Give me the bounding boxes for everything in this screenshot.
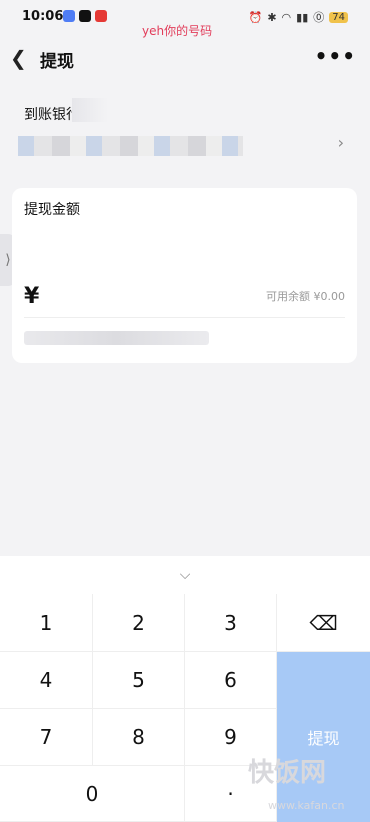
key-8[interactable]: 8 xyxy=(93,709,185,766)
key-1[interactable]: 1 xyxy=(0,594,93,652)
app-notification-icon xyxy=(63,10,75,22)
status-system-icons: ⏰ ✱ ◠ ▮▮ ⓪ 74 xyxy=(249,9,348,25)
key-0[interactable]: 0 xyxy=(0,766,185,822)
amount-label: 提现金额 xyxy=(24,202,80,218)
key-4[interactable]: 4 xyxy=(0,652,93,709)
wifi-icon: ◠ xyxy=(281,10,292,24)
alarm-icon: ⏰ xyxy=(248,10,263,24)
watermark-top: yeh你的号码 xyxy=(142,24,213,38)
nav-bar: ❮ 提现 ••• xyxy=(0,38,370,78)
watermark-bottom-url: www.kafan.cn xyxy=(268,799,345,812)
limit-info-redacted xyxy=(24,331,209,345)
status-time: 10:06 xyxy=(22,9,64,24)
chevron-right-icon: › xyxy=(337,133,344,152)
amount-divider xyxy=(24,317,345,318)
watermark-bottom-text: 快饭网 xyxy=(248,758,327,788)
bank-name-redacted xyxy=(72,98,108,122)
app-notification-icon xyxy=(79,10,91,22)
key-5[interactable]: 5 xyxy=(93,652,185,709)
withdraw-button[interactable]: 提现 xyxy=(277,652,370,822)
key-2[interactable]: 2 xyxy=(93,594,185,652)
backspace-icon: ⌫ xyxy=(309,610,338,635)
status-app-icons xyxy=(63,10,107,22)
chevron-down-icon[interactable]: ⌵ xyxy=(0,556,370,594)
app-notification-icon xyxy=(95,10,107,22)
key-3[interactable]: 3 xyxy=(185,594,277,652)
currency-symbol: ¥ xyxy=(24,284,40,309)
more-options-icon[interactable]: ••• xyxy=(315,44,356,68)
bluetooth-icon: ✱ xyxy=(267,10,277,24)
available-balance: 可用余额 ¥0.00 xyxy=(266,290,345,303)
sim-icon: ⓪ xyxy=(313,11,325,24)
back-arrow-icon[interactable]: ❮ xyxy=(10,46,27,70)
page-title: 提现 xyxy=(40,52,74,72)
bank-account-redacted xyxy=(18,136,243,156)
bank-card-selector[interactable]: 到账银行卡 › xyxy=(0,90,370,170)
amount-card: 提现金额 ¥ 可用余额 ¥0.00 xyxy=(12,188,357,363)
key-6[interactable]: 6 xyxy=(185,652,277,709)
backspace-key[interactable]: ⌫ xyxy=(277,594,370,652)
battery-indicator: 74 xyxy=(329,11,348,23)
signal-icon: ▮▮ xyxy=(296,10,309,24)
key-7[interactable]: 7 xyxy=(0,709,93,766)
